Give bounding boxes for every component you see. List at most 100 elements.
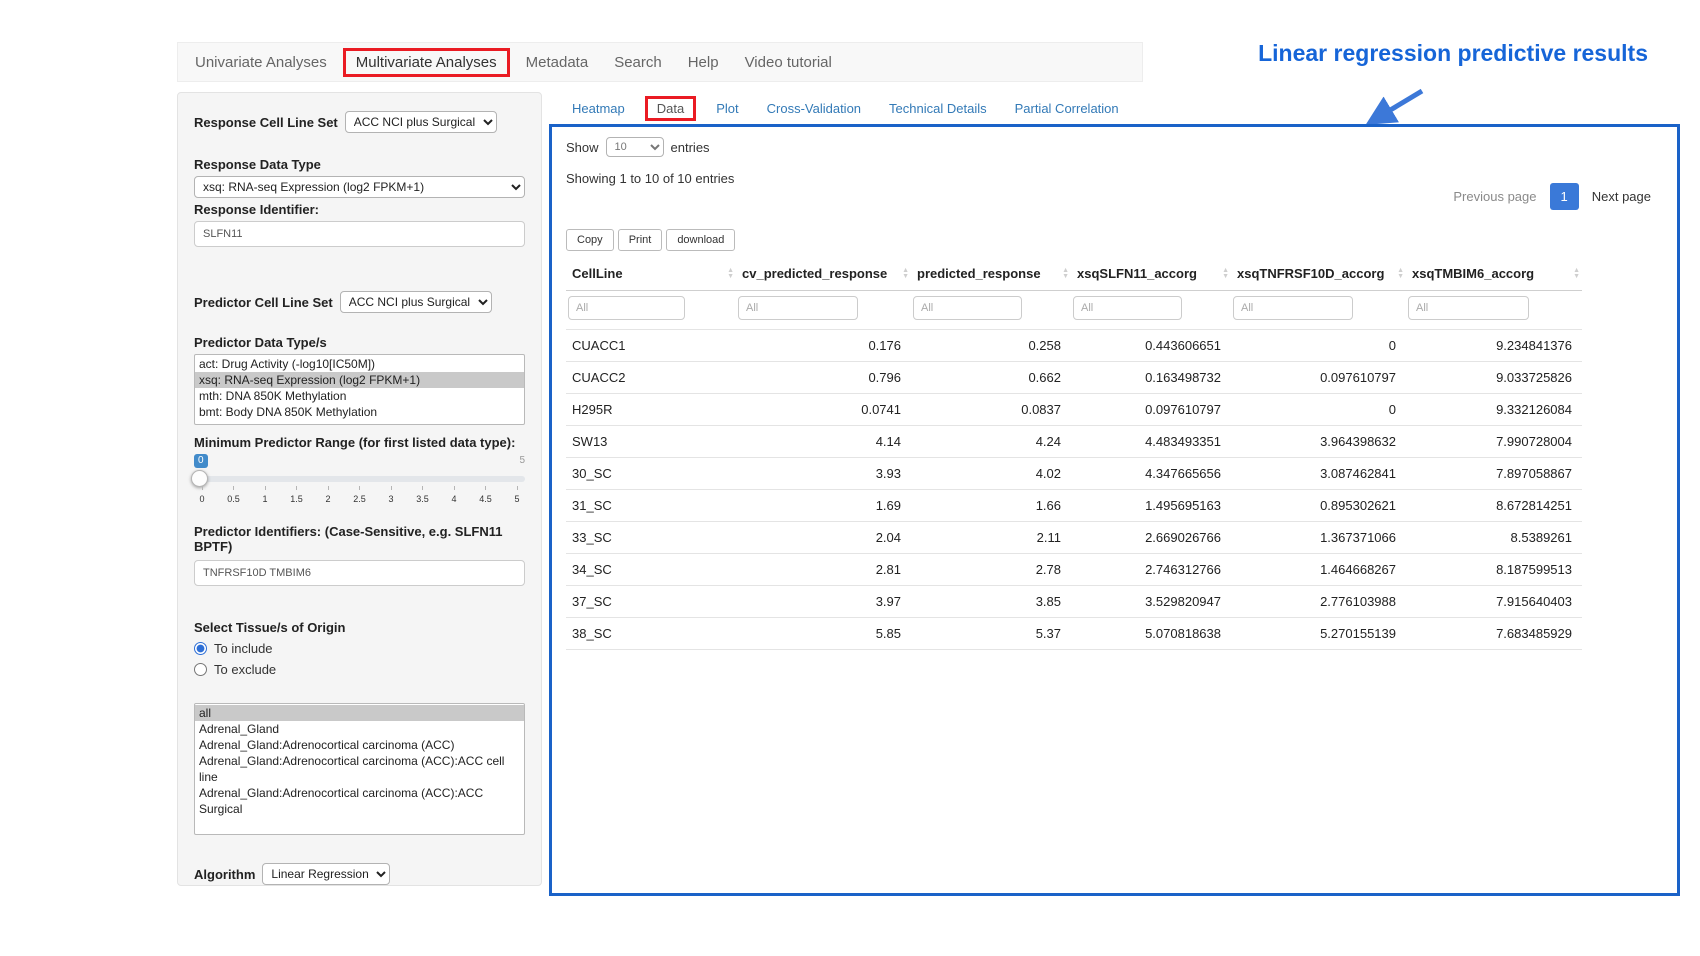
button-copy[interactable]: Copy: [566, 229, 614, 251]
cellline-cell: 34_SC: [566, 554, 736, 586]
listbox-option-xsq-rna-seq-expression-log2-fpkm-1[interactable]: xsq: RNA-seq Expression (log2 FPKM+1): [195, 372, 524, 388]
slider-tick: 3.5: [417, 486, 429, 504]
column-header-xsqtnfrsf10d-accorg[interactable]: xsqTNFRSF10D_accorg▲▼: [1231, 257, 1406, 291]
button-download[interactable]: download: [666, 229, 735, 251]
nav-item-multivariate-analyses[interactable]: Multivariate Analyses: [343, 48, 510, 77]
predictor-cell-line-set-select[interactable]: ACC NCI plus Surgical: [340, 291, 492, 313]
response-cell-line-set-select[interactable]: ACC NCI plus Surgical: [345, 111, 497, 133]
tab-cross-validation[interactable]: Cross-Validation: [757, 96, 871, 121]
listbox-option-all[interactable]: all: [195, 705, 524, 721]
table-row[interactable]: SW134.144.244.4834933513.9643986327.9907…: [566, 426, 1582, 458]
response-identifier-input[interactable]: [194, 221, 525, 247]
value-cell: 1.367371066: [1231, 522, 1406, 554]
page-number-button[interactable]: 1: [1550, 183, 1579, 210]
min-predictor-range-slider[interactable]: 0 5 00.511.522.533.544.55: [194, 454, 525, 514]
listbox-option-adrenal-gland-adrenocortical-carcinoma-acc-acc-surgical[interactable]: Adrenal_Gland:Adrenocortical carcinoma (…: [195, 785, 524, 817]
entries-select[interactable]: 10: [606, 137, 664, 157]
table-row[interactable]: 34_SC2.812.782.7463127661.4646682678.187…: [566, 554, 1582, 586]
sort-desc-icon: ▼: [1222, 274, 1229, 280]
slider-handle[interactable]: [191, 470, 208, 487]
value-cell: 5.85: [736, 618, 911, 650]
value-cell: 0.258: [911, 330, 1071, 362]
tab-technical-details[interactable]: Technical Details: [879, 96, 997, 121]
slider-tick: 1.5: [291, 486, 303, 504]
table-row[interactable]: CUACC10.1760.2580.44360665109.234841376: [566, 330, 1582, 362]
navbar-items: Univariate AnalysesMultivariate Analyses…: [182, 48, 845, 77]
to-include-radio[interactable]: [194, 642, 207, 655]
column-filter-input-xsqslfn11-accorg[interactable]: [1073, 296, 1182, 320]
column-header-predicted-response[interactable]: predicted_response▲▼: [911, 257, 1071, 291]
column-header-cv-predicted-response[interactable]: cv_predicted_response ▲▼: [736, 257, 911, 291]
sort-icon[interactable]: ▲▼: [1573, 268, 1580, 280]
sort-icon[interactable]: ▲▼: [1222, 268, 1229, 280]
nav-item-univariate-analyses[interactable]: Univariate Analyses: [182, 48, 340, 77]
column-filter-input-cv-predicted-response[interactable]: [738, 296, 858, 320]
tick-label: 2: [325, 494, 330, 504]
column-filter-input-cellline[interactable]: [568, 296, 685, 320]
to-exclude-radio[interactable]: [194, 663, 207, 676]
entries-label: entries: [671, 140, 710, 155]
previous-page-button[interactable]: Previous page: [1443, 183, 1546, 210]
cellline-cell: SW13: [566, 426, 736, 458]
sort-desc-icon: ▼: [727, 274, 734, 280]
tab-data[interactable]: Data: [645, 96, 696, 121]
column-filter-input-xsqtnfrsf10d-accorg[interactable]: [1233, 296, 1353, 320]
sort-icon[interactable]: ▲▼: [1397, 268, 1404, 280]
predictor-identifiers-input[interactable]: [194, 560, 525, 586]
algorithm-label: Algorithm: [194, 867, 255, 882]
tab-plot[interactable]: Plot: [706, 96, 748, 121]
slider-track[interactable]: [194, 476, 525, 482]
predictor-data-type-listbox[interactable]: act: Drug Activity (-log10[IC50M])xsq: R…: [194, 354, 525, 425]
sort-desc-icon: ▼: [1397, 274, 1404, 280]
page: Univariate AnalysesMultivariate Analyses…: [0, 0, 1700, 956]
value-cell: 0.0741: [736, 394, 911, 426]
sort-icon[interactable]: ▲▼: [1062, 268, 1069, 280]
column-header-cellline[interactable]: CellLine▲▼: [566, 257, 736, 291]
next-page-button[interactable]: Next page: [1582, 183, 1661, 210]
nav-item-metadata[interactable]: Metadata: [513, 48, 602, 77]
value-cell: 0.0837: [911, 394, 1071, 426]
algorithm-row: Algorithm Linear Regression: [194, 863, 525, 885]
response-cell-line-set-row: Response Cell Line Set ACC NCI plus Surg…: [194, 111, 525, 133]
table-row[interactable]: CUACC20.7960.6620.1634987320.0976107979.…: [566, 362, 1582, 394]
button-print[interactable]: Print: [618, 229, 663, 251]
value-cell: 2.746312766: [1071, 554, 1231, 586]
predictor-identifiers-label: Predictor Identifiers: (Case-Sensitive, …: [194, 524, 525, 554]
tissue-listbox[interactable]: allAdrenal_GlandAdrenal_Gland:Adrenocort…: [194, 703, 525, 835]
sort-icon[interactable]: ▲▼: [727, 268, 734, 280]
algorithm-select[interactable]: Linear Regression: [262, 863, 390, 885]
listbox-option-adrenal-gland[interactable]: Adrenal_Gland: [195, 721, 524, 737]
table-row[interactable]: 37_SC3.973.853.5298209472.7761039887.915…: [566, 586, 1582, 618]
table-row[interactable]: 33_SC2.042.112.6690267661.3673710668.538…: [566, 522, 1582, 554]
table-row[interactable]: 38_SC5.855.375.0708186385.2701551397.683…: [566, 618, 1582, 650]
nav-item-video-tutorial[interactable]: Video tutorial: [732, 48, 845, 77]
listbox-option-bmt-body-dna-850k-methylation[interactable]: bmt: Body DNA 850K Methylation: [195, 404, 524, 420]
to-exclude-option[interactable]: To exclude: [194, 662, 525, 677]
column-filter-input-predicted-response[interactable]: [913, 296, 1022, 320]
tick-label: 1.5: [290, 494, 303, 504]
nav-item-search[interactable]: Search: [601, 48, 675, 77]
column-header-xsqslfn11-accorg[interactable]: xsqSLFN11_accorg▲▼: [1071, 257, 1231, 291]
filter-cell: [1406, 291, 1582, 330]
pagination: Previous page 1 Next page: [1443, 183, 1661, 210]
nav-item-help[interactable]: Help: [675, 48, 732, 77]
listbox-option-mth-dna-850k-methylation[interactable]: mth: DNA 850K Methylation: [195, 388, 524, 404]
table-row[interactable]: 31_SC1.691.661.4956951630.8953026218.672…: [566, 490, 1582, 522]
to-include-option[interactable]: To include: [194, 641, 525, 656]
table-row[interactable]: H295R0.07410.08370.09761079709.332126084: [566, 394, 1582, 426]
response-data-type-select[interactable]: xsq: RNA-seq Expression (log2 FPKM+1): [194, 176, 525, 198]
tick-mark: [517, 486, 518, 490]
tab-heatmap[interactable]: Heatmap: [562, 96, 635, 121]
value-cell: 5.270155139: [1231, 618, 1406, 650]
column-filter-input-xsqtmbim6-accorg[interactable]: [1408, 296, 1529, 320]
table-body: CUACC10.1760.2580.44360665109.234841376C…: [566, 330, 1582, 650]
predictor-cell-line-set-label: Predictor Cell Line Set: [194, 295, 333, 310]
listbox-option-act-drug-activity-log10-ic50m[interactable]: act: Drug Activity (-log10[IC50M]): [195, 356, 524, 372]
column-header-xsqtmbim6-accorg[interactable]: xsqTMBIM6_accorg▲▼: [1406, 257, 1582, 291]
table-row[interactable]: 30_SC3.934.024.3476656563.0874628417.897…: [566, 458, 1582, 490]
tab-partial-correlation[interactable]: Partial Correlation: [1005, 96, 1129, 121]
listbox-option-adrenal-gland-adrenocortical-carcinoma-acc-acc-cell-line[interactable]: Adrenal_Gland:Adrenocortical carcinoma (…: [195, 753, 524, 785]
listbox-option-adrenal-gland-adrenocortical-carcinoma-acc[interactable]: Adrenal_Gland:Adrenocortical carcinoma (…: [195, 737, 524, 753]
sort-icon[interactable]: ▲▼: [902, 268, 909, 280]
column-label: cv_predicted_response: [742, 266, 887, 281]
